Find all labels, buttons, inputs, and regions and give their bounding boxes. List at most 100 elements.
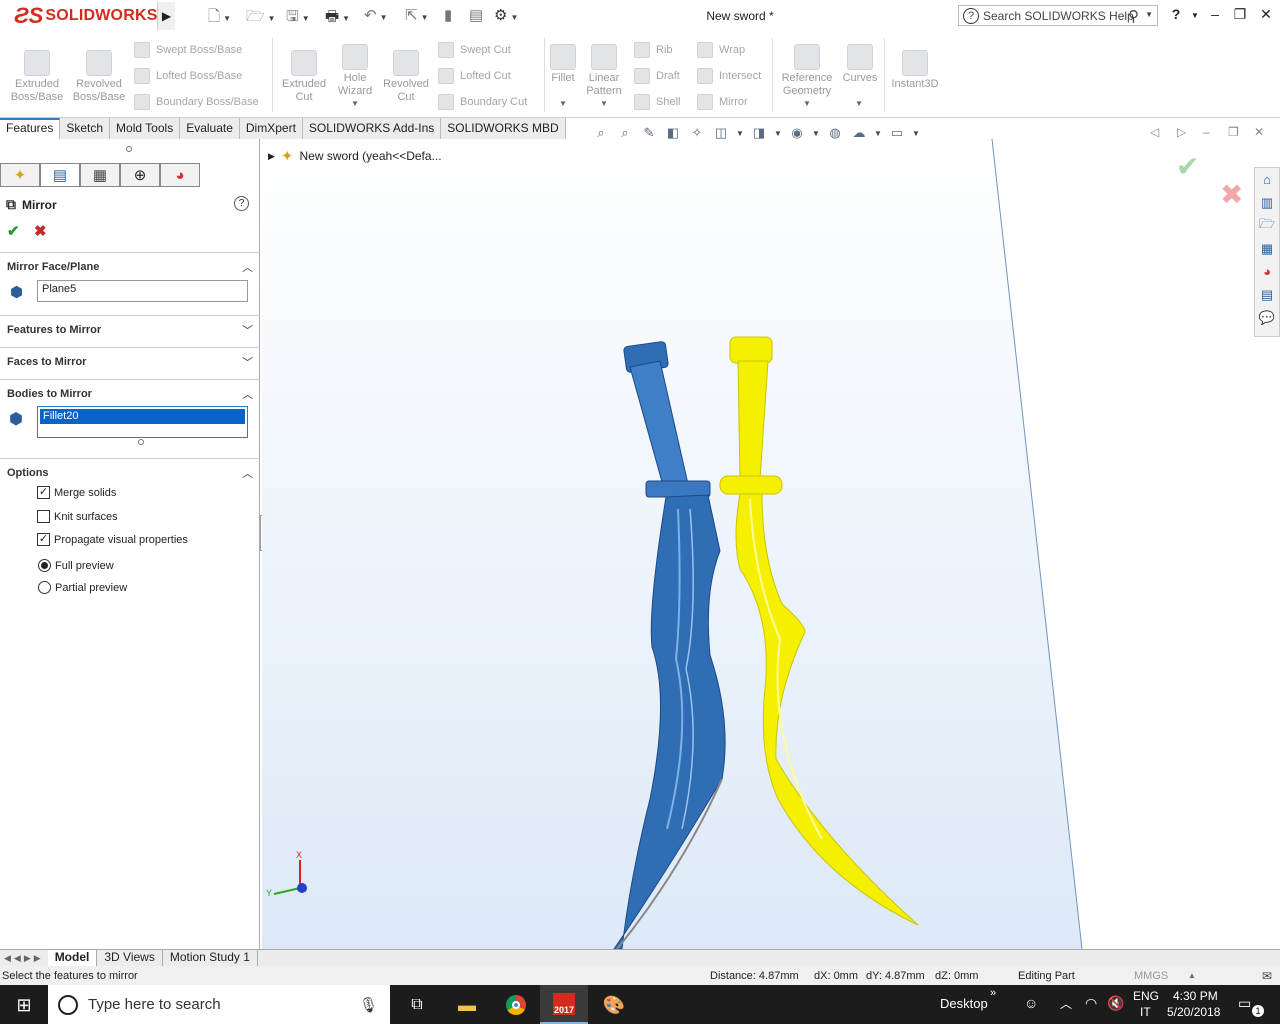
file-properties-icon[interactable]: ▤ — [469, 6, 483, 24]
swept-cut-button[interactable]: Swept Cut — [438, 42, 511, 58]
options-gear-icon[interactable]: ⚙ ▼ — [494, 6, 518, 24]
restore-button[interactable]: ❐ — [1228, 6, 1252, 23]
merge-solids-checkbox[interactable]: ✓ Merge solids — [37, 486, 116, 499]
undo-icon[interactable]: ↶ ▼ — [364, 6, 388, 24]
boundary-boss-button[interactable]: Boundary Boss/Base — [134, 94, 259, 110]
new-document-icon[interactable]: 🗋 ▼ — [208, 6, 231, 31]
revolved-cut-button[interactable]: Revolved Cut — [378, 50, 434, 104]
forum-icon[interactable]: 💬 — [1255, 306, 1279, 329]
fillet-button[interactable]: Fillet — [548, 44, 578, 85]
search-icon[interactable]: ⚲ — [1128, 7, 1139, 25]
tab-model[interactable]: Model — [47, 950, 98, 966]
lofted-cut-button[interactable]: Lofted Cut — [438, 68, 511, 84]
linear-pattern-button[interactable]: Linear Pattern — [582, 44, 626, 98]
lofted-boss-button[interactable]: Lofted Boss/Base — [134, 68, 242, 84]
chevron-down-icon[interactable]: ▼ — [855, 99, 863, 108]
propagate-visual-checkbox[interactable]: ✓ Propagate visual properties — [37, 533, 188, 546]
appearances-icon[interactable]: ◕ — [1255, 260, 1279, 283]
mirror-plane-field[interactable]: Plane5 — [37, 280, 248, 302]
doc-window-left-icon[interactable]: ◁ — [1150, 125, 1159, 139]
tab-scroll-arrows-icon[interactable]: ◀◀▶▶ — [0, 953, 48, 964]
curves-button[interactable]: Curves — [840, 44, 880, 85]
view-orientation-icon[interactable]: ◫ — [712, 124, 730, 142]
section-faces-to-mirror[interactable]: Faces to Mirror ﹀ — [0, 347, 260, 375]
open-document-icon[interactable]: 🗁 ▼ — [246, 6, 276, 31]
file-explorer-icon[interactable]: ▬ — [453, 991, 481, 1019]
file-explorer-icon[interactable]: 🗁 — [1255, 214, 1279, 237]
units-selector[interactable]: MMGS — [1134, 970, 1168, 982]
chevron-down-icon[interactable]: ﹀ — [242, 322, 253, 338]
zoom-to-fit-icon[interactable]: ⌕ — [592, 124, 610, 142]
view-settings-icon[interactable]: ▭ — [888, 124, 906, 142]
reference-geometry-button[interactable]: Reference Geometry — [778, 44, 836, 98]
feedback-icon[interactable]: ✉ — [1262, 969, 1272, 983]
windows-start-icon[interactable]: ⊞ — [10, 991, 38, 1019]
list-item[interactable]: Fillet20 — [40, 409, 245, 424]
chevron-down-icon[interactable]: ▼ — [812, 124, 820, 142]
hole-wizard-button[interactable]: Hole Wizard — [330, 44, 380, 98]
chevron-down-icon[interactable]: ▼ — [803, 99, 811, 108]
extruded-cut-button[interactable]: Extruded Cut — [276, 50, 332, 104]
tab-mbd[interactable]: SOLIDWORKS MBD — [441, 118, 566, 139]
volume-muted-icon[interactable]: 🔇 — [1107, 995, 1124, 1012]
cancel-x-icon[interactable]: ✖ — [34, 222, 47, 240]
tab-dimxpert[interactable]: DimXpert — [239, 118, 303, 139]
chevron-up-icon[interactable]: ▲ — [1188, 971, 1196, 980]
desktop-toolbar-label[interactable]: Desktop — [940, 996, 988, 1011]
section-features-to-mirror[interactable]: Features to Mirror ﹀ — [0, 315, 260, 343]
print-icon[interactable]: 🖶 ▼ — [325, 6, 350, 31]
tab-features[interactable]: Features — [0, 118, 61, 139]
close-button[interactable]: ✕ — [1254, 6, 1278, 23]
tab-sketch[interactable]: Sketch — [60, 118, 111, 139]
home-icon[interactable]: ⌂ — [1255, 168, 1279, 191]
menu-expand-arrow-icon[interactable]: ▶ — [157, 2, 175, 30]
draft-button[interactable]: Draft — [634, 68, 680, 84]
boundary-cut-button[interactable]: Boundary Cut — [438, 94, 527, 110]
chevron-up-icon[interactable]: ︿ — [242, 259, 253, 275]
custom-properties-icon[interactable]: ▤ — [1255, 283, 1279, 306]
revolved-boss-button[interactable]: Revolved Boss/Base — [70, 50, 128, 104]
chevron-down-icon[interactable]: ▼ — [736, 124, 744, 142]
taskbar-search-box[interactable]: Type here to search 🎙 — [48, 985, 390, 1024]
section-options[interactable]: Options ︿ — [0, 458, 260, 486]
section-view-icon[interactable]: ◧ — [664, 124, 682, 142]
property-manager-tab-icon[interactable]: ▤ — [40, 163, 80, 187]
graphics-area[interactable] — [262, 139, 1280, 949]
panel-grip-icon[interactable] — [126, 146, 132, 152]
display-style-icon[interactable]: ◨ — [750, 124, 768, 142]
full-preview-radio[interactable]: Full preview — [38, 559, 114, 572]
doc-window-right-icon[interactable]: ▷ — [1177, 125, 1186, 139]
chevron-down-icon[interactable]: ﹀ — [242, 354, 253, 370]
rib-button[interactable]: Rib — [634, 42, 673, 58]
chevron-down-icon[interactable]: ▼ — [351, 99, 359, 108]
notifications-icon[interactable]: ▭ — [1238, 995, 1251, 1012]
doc-close-button[interactable]: ✕ — [1254, 125, 1264, 139]
confirm-cancel-icon[interactable]: ✖ — [1220, 178, 1243, 211]
zoom-to-area-icon[interactable]: ⌕ — [616, 124, 634, 142]
edit-appearance-icon[interactable]: ◍ — [826, 124, 844, 142]
feature-tree-flyout[interactable]: ▶ ✦ New sword (yeah<<Defa... — [268, 147, 442, 165]
language-label[interactable]: ENG — [1133, 989, 1159, 1003]
confirm-ok-icon[interactable]: ✔ — [1176, 150, 1199, 183]
design-library-icon[interactable]: ▥ — [1255, 191, 1279, 214]
tab-addins[interactable]: SOLIDWORKS Add-Ins — [302, 118, 442, 139]
swept-boss-button[interactable]: Swept Boss/Base — [134, 42, 242, 58]
configuration-manager-tab-icon[interactable]: ▦ — [80, 163, 120, 187]
help-search-input[interactable]: ? Search SOLIDWORKS Help ⚲ ▼ — [958, 5, 1158, 26]
toolbar-expand-icon[interactable]: » — [990, 987, 996, 999]
chevron-up-icon[interactable]: ︿ — [242, 465, 253, 481]
help-icon[interactable]: ? — [234, 196, 249, 211]
feature-manager-tab-icon[interactable]: ✦ — [0, 163, 40, 187]
chevron-down-icon[interactable]: ▼ — [1145, 10, 1153, 19]
chevron-up-icon[interactable]: ︿ — [242, 386, 253, 402]
doc-restore-button[interactable]: ❐ — [1228, 125, 1239, 139]
tab-mold-tools[interactable]: Mold Tools — [110, 118, 181, 139]
checkbox-unchecked-icon[interactable] — [37, 510, 50, 523]
hide-show-icon[interactable]: ◉ — [788, 124, 806, 142]
knit-surfaces-checkbox[interactable]: Knit surfaces — [37, 510, 118, 523]
display-manager-tab-icon[interactable]: ◕ — [160, 163, 200, 187]
chevron-down-icon[interactable]: ▼ — [600, 99, 608, 108]
wifi-icon[interactable]: ◠ — [1085, 995, 1097, 1012]
intersect-button[interactable]: Intersect — [697, 68, 761, 84]
shell-button[interactable]: Shell — [634, 94, 680, 110]
